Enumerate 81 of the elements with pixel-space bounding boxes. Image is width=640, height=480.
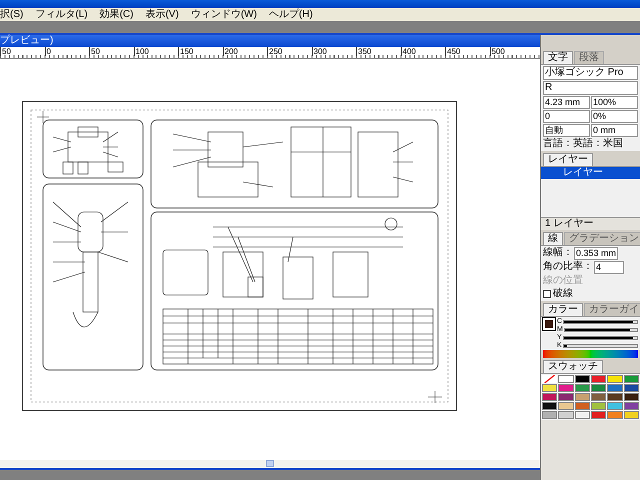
- menu-item[interactable]: ウィンドウ(W): [190, 8, 257, 20]
- ruler-label: 200: [222, 47, 267, 56]
- language-label: 言語：英語：米国: [543, 138, 624, 150]
- color-swatch[interactable]: [590, 375, 606, 383]
- color-swatch[interactable]: [624, 411, 639, 419]
- ruler-label: 50: [0, 47, 44, 56]
- color-swatch[interactable]: [574, 384, 590, 392]
- value-field[interactable]: 100%: [591, 96, 638, 109]
- color-swatch[interactable]: [558, 384, 574, 392]
- color-swatch[interactable]: [590, 411, 606, 419]
- ruler-label: 450: [445, 47, 490, 56]
- color-swatch[interactable]: [607, 384, 623, 392]
- color-slider-track[interactable]: [562, 336, 638, 340]
- color-swatch[interactable]: [607, 375, 623, 383]
- panel-tab[interactable]: 段落: [574, 51, 604, 64]
- ruler-label: 400: [400, 47, 445, 56]
- panel-tab[interactable]: カラー: [543, 303, 583, 316]
- color-slider-track[interactable]: [563, 320, 638, 324]
- font-field[interactable]: 小塚ゴシック Pro: [543, 66, 638, 80]
- font-style-field[interactable]: R: [543, 81, 638, 95]
- miter-label: 角の比率：: [543, 261, 593, 274]
- color-swatch[interactable]: [542, 393, 558, 401]
- panel-tab[interactable]: レイヤー: [543, 153, 593, 166]
- color-spectrum[interactable]: [543, 350, 638, 358]
- stroke-weight-field[interactable]: 0.353 mm: [574, 247, 618, 260]
- value-field[interactable]: 0%: [591, 110, 638, 123]
- panel-tab[interactable]: グラデーション: [564, 232, 640, 245]
- color-swatch[interactable]: [542, 402, 558, 410]
- ruler-label: 100: [134, 47, 178, 56]
- ruler-label: 0: [44, 47, 89, 56]
- layer-row[interactable]: レイヤー: [541, 167, 640, 179]
- color-swatch[interactable]: [558, 393, 574, 401]
- panel-tab[interactable]: スウォッチ: [543, 360, 603, 373]
- ruler-label: 50: [89, 47, 134, 56]
- ruler-label: 300: [312, 47, 356, 56]
- menu-item[interactable]: フィルタ(L): [35, 8, 88, 20]
- value-field[interactable]: 4.23 mm: [543, 96, 590, 109]
- layer-count: 1 レイヤー: [541, 217, 640, 230]
- document-title: プレビュー): [0, 35, 54, 47]
- color-swatch[interactable]: [574, 411, 590, 419]
- scroll-thumb[interactable]: [266, 460, 274, 467]
- color-swatch[interactable]: [574, 402, 590, 410]
- value-field[interactable]: 自動: [543, 124, 590, 137]
- color-swatch[interactable]: [590, 402, 606, 410]
- color-swatch[interactable]: [542, 411, 558, 419]
- color-slider-track[interactable]: [562, 344, 638, 348]
- fill-color-swatch[interactable]: [543, 318, 555, 330]
- color-swatch[interactable]: [590, 384, 606, 392]
- color-swatch[interactable]: [542, 384, 558, 392]
- color-swatch[interactable]: [574, 393, 590, 401]
- color-swatch[interactable]: [607, 402, 623, 410]
- color-swatch[interactable]: [558, 411, 574, 419]
- color-swatch[interactable]: [558, 375, 574, 383]
- color-swatch[interactable]: [607, 411, 623, 419]
- panel-tab[interactable]: 文字: [543, 51, 573, 64]
- align-label: 線の位置: [543, 275, 584, 287]
- ruler-label: 250: [267, 47, 312, 56]
- menu-item[interactable]: 効果(C): [100, 8, 134, 20]
- color-swatch[interactable]: [624, 384, 639, 392]
- none-swatch[interactable]: [542, 375, 558, 383]
- ruler-label: 350: [356, 47, 400, 56]
- dashed-checkbox[interactable]: 破線: [543, 288, 638, 300]
- stroke-weight-label: 線幅：: [543, 247, 573, 260]
- color-swatch[interactable]: [574, 375, 590, 383]
- color-swatch[interactable]: [624, 402, 639, 410]
- menu-item[interactable]: 択(S): [0, 8, 24, 20]
- color-swatch[interactable]: [558, 402, 574, 410]
- ruler-label: 150: [178, 47, 222, 56]
- value-field[interactable]: 0 mm: [591, 124, 638, 137]
- menu-item[interactable]: ヘルプ(H): [268, 8, 313, 20]
- ruler-label: 500: [490, 47, 534, 56]
- color-swatch[interactable]: [624, 393, 639, 401]
- color-swatch[interactable]: [624, 375, 639, 383]
- color-swatch[interactable]: [607, 393, 623, 401]
- panel-tab[interactable]: 線: [543, 232, 563, 245]
- miter-field[interactable]: 4: [594, 261, 624, 274]
- panel-tab[interactable]: カラーガイ: [584, 303, 640, 316]
- color-slider-track[interactable]: [564, 328, 638, 332]
- color-swatch[interactable]: [590, 393, 606, 401]
- value-field[interactable]: 0: [543, 110, 590, 123]
- menu-item[interactable]: 表示(V): [145, 8, 179, 20]
